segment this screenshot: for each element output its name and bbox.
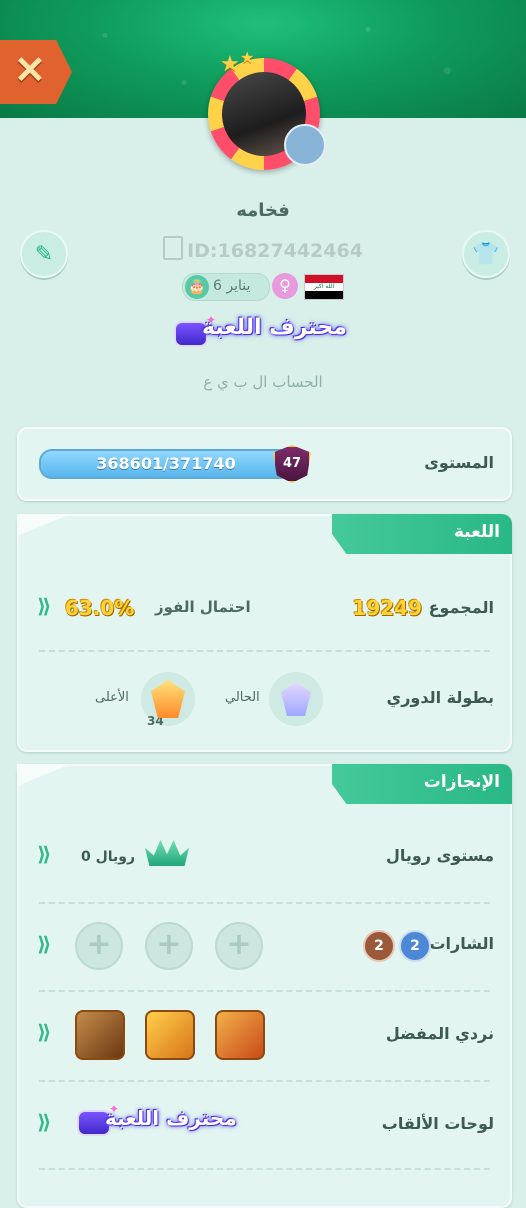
royal-level-label: مستوى رويال xyxy=(385,846,494,865)
add-badge-slot[interactable]: + xyxy=(215,922,263,970)
birthday-date: 6 يناير xyxy=(213,278,251,294)
titles-badge[interactable]: محترف اللعبة xyxy=(77,1102,247,1140)
achievements-section-title: الإنجازات xyxy=(423,772,500,792)
current-label: الحالي xyxy=(225,690,260,705)
royal-chevron-icon[interactable]: ⟫ xyxy=(37,842,51,866)
win-rate-label: احتمال الفوز xyxy=(155,598,251,616)
titles-label: لوحات الألقاب xyxy=(381,1114,494,1133)
dice-label: نردي المفضل xyxy=(385,1024,494,1043)
badge-count-bronze: 2 xyxy=(363,930,395,962)
female-icon: ♀ xyxy=(272,273,298,299)
close-icon: ✕ xyxy=(14,50,46,92)
highest-rank-number: 34 xyxy=(147,714,164,728)
avatar-frame[interactable]: ★ ★ xyxy=(208,48,326,170)
total-label: المجموع xyxy=(428,598,494,617)
iraq-flag-icon: الله اكبر xyxy=(304,274,344,300)
highest-league-medal-icon[interactable]: 34 xyxy=(141,672,195,728)
elephant-decoration-icon xyxy=(284,124,326,166)
highest-label: الأعلى xyxy=(95,690,129,705)
title-badge: محترف اللعبة xyxy=(174,313,352,353)
dice-item-icon[interactable] xyxy=(215,1010,265,1060)
level-progress-bar: 368601/371740 xyxy=(39,449,293,479)
game-section-ribbon: اللعبة xyxy=(332,514,512,554)
royal-value: رويال 0 xyxy=(81,849,136,865)
achievements-section-ribbon: الإنجازات xyxy=(332,764,512,804)
achievements-card: الإنجازات مستوى رويال رويال 0 ⟫ الشارات … xyxy=(17,764,512,1208)
title-badge-text: محترف اللعبة xyxy=(202,315,347,340)
dice-item-icon[interactable] xyxy=(75,1010,125,1060)
username: فخامه xyxy=(236,200,290,221)
star-icon: ★ xyxy=(220,52,240,77)
star-icon: ★ xyxy=(240,48,255,67)
birthday-pill: 🎂 6 يناير xyxy=(182,273,270,301)
badges-chevron-icon[interactable]: ⟫ xyxy=(37,932,51,956)
current-league-medal-icon[interactable] xyxy=(269,672,323,726)
copy-icon[interactable] xyxy=(163,236,184,260)
level-progress-text: 368601/371740 xyxy=(96,454,236,473)
level-card: المستوى 368601/371740 47 xyxy=(17,427,512,501)
level-number: 47 xyxy=(282,456,302,471)
level-label: المستوى xyxy=(424,453,494,472)
add-badge-slot[interactable]: + xyxy=(145,922,193,970)
user-id-row[interactable]: ID:16827442464 xyxy=(0,236,526,262)
badges-label: الشارات xyxy=(429,934,494,953)
user-id: ID:16827442464 xyxy=(187,240,363,262)
add-badge-slot[interactable]: + xyxy=(75,922,123,970)
game-stats-chevron-icon[interactable]: ⟫ xyxy=(37,594,51,618)
league-label: بطولة الدوري xyxy=(386,688,494,707)
dice-item-icon[interactable] xyxy=(145,1010,195,1060)
profile-signature: الحساب ال ب ي ع xyxy=(203,373,323,391)
game-card: اللعبة المجموع 19249 احتمال الفوز 63.0% … xyxy=(17,514,512,752)
dice-chevron-icon[interactable]: ⟫ xyxy=(37,1020,51,1044)
total-value: 19249 xyxy=(352,596,422,620)
game-section-title: اللعبة xyxy=(454,522,500,542)
crown-icon xyxy=(145,840,189,870)
win-rate-value: 63.0% xyxy=(65,596,135,620)
titles-chevron-icon[interactable]: ⟫ xyxy=(37,1110,51,1134)
profile-info-badges: 🎂 6 يناير ♀ الله اكبر xyxy=(182,271,344,301)
cake-icon: 🎂 xyxy=(185,275,209,299)
badge-count-blue: 2 xyxy=(399,930,431,962)
titles-badge-text: محترف اللعبة xyxy=(105,1106,237,1130)
